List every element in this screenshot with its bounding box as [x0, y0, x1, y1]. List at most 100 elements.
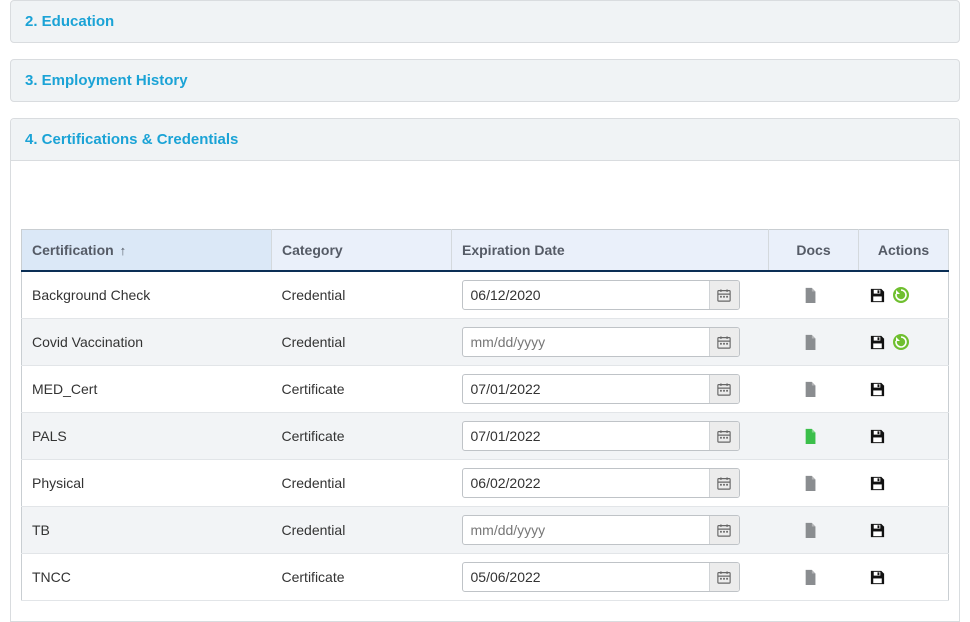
col-actions-label: Actions [878, 242, 929, 258]
table-row: MED_CertCertificate [22, 366, 949, 413]
col-certification[interactable]: Certification ↑ [22, 230, 272, 272]
calendar-button[interactable] [709, 516, 739, 544]
col-certification-label: Certification [32, 242, 114, 258]
cell-docs [769, 271, 859, 319]
date-input-wrap [462, 515, 740, 545]
cell-actions [859, 366, 949, 413]
accordion-head-education[interactable]: 2. Education [11, 1, 959, 42]
table-header-row: Certification ↑ Category Expiration Date… [22, 230, 949, 272]
accordion-title-certs: 4. Certifications & Credentials [25, 131, 238, 148]
save-button[interactable] [869, 522, 886, 539]
sort-asc-icon: ↑ [120, 243, 127, 258]
calendar-icon [717, 382, 731, 396]
cell-expiration [452, 271, 769, 319]
date-input-wrap [462, 562, 740, 592]
refresh-button[interactable] [892, 286, 910, 304]
calendar-icon [717, 523, 731, 537]
table-row: Covid VaccinationCredential [22, 319, 949, 366]
cell-certification: TNCC [22, 554, 272, 601]
expiration-date-input[interactable] [463, 569, 709, 585]
col-category[interactable]: Category [272, 230, 452, 272]
cell-category: Credential [272, 507, 452, 554]
save-button[interactable] [869, 475, 886, 492]
expiration-date-input[interactable] [463, 334, 709, 350]
expiration-date-input[interactable] [463, 287, 709, 303]
cell-actions [859, 507, 949, 554]
save-button[interactable] [869, 334, 886, 351]
cell-certification: Background Check [22, 271, 272, 319]
table-row: PhysicalCredential [22, 460, 949, 507]
accordion-title-employment: 3. Employment History [25, 72, 188, 89]
document-icon[interactable] [803, 568, 819, 586]
col-expiration[interactable]: Expiration Date [452, 230, 769, 272]
date-input-wrap [462, 280, 740, 310]
col-expiration-label: Expiration Date [462, 242, 565, 258]
cell-certification: PALS [22, 413, 272, 460]
calendar-icon [717, 476, 731, 490]
cell-certification: Covid Vaccination [22, 319, 272, 366]
document-icon[interactable] [803, 427, 819, 445]
save-button[interactable] [869, 569, 886, 586]
expiration-date-input[interactable] [463, 381, 709, 397]
col-actions[interactable]: Actions [859, 230, 949, 272]
refresh-button[interactable] [892, 333, 910, 351]
date-input-wrap [462, 468, 740, 498]
cell-expiration [452, 507, 769, 554]
cell-category: Certificate [272, 554, 452, 601]
calendar-icon [717, 570, 731, 584]
expiration-date-input[interactable] [463, 428, 709, 444]
calendar-button[interactable] [709, 375, 739, 403]
accordion-education[interactable]: 2. Education [10, 0, 960, 43]
date-input-wrap [462, 421, 740, 451]
table-row: Background CheckCredential [22, 271, 949, 319]
accordion-employment[interactable]: 3. Employment History [10, 59, 960, 102]
calendar-button[interactable] [709, 563, 739, 591]
cell-docs [769, 507, 859, 554]
table-row: TBCredential [22, 507, 949, 554]
accordion-title-education: 2. Education [25, 13, 114, 30]
calendar-icon [717, 335, 731, 349]
certs-table: Certification ↑ Category Expiration Date… [21, 229, 949, 601]
document-icon[interactable] [803, 521, 819, 539]
cell-expiration [452, 554, 769, 601]
accordion-certs: 4. Certifications & Credentials Certific… [10, 118, 960, 622]
cell-category: Certificate [272, 366, 452, 413]
cell-docs [769, 413, 859, 460]
accordion-head-certs[interactable]: 4. Certifications & Credentials [11, 119, 959, 161]
calendar-button[interactable] [709, 469, 739, 497]
cell-certification: TB [22, 507, 272, 554]
save-button[interactable] [869, 287, 886, 304]
col-docs[interactable]: Docs [769, 230, 859, 272]
calendar-icon [717, 429, 731, 443]
expiration-date-input[interactable] [463, 522, 709, 538]
document-icon[interactable] [803, 474, 819, 492]
document-icon[interactable] [803, 286, 819, 304]
table-row: PALSCertificate [22, 413, 949, 460]
cell-certification: MED_Cert [22, 366, 272, 413]
cell-actions [859, 319, 949, 366]
save-button[interactable] [869, 381, 886, 398]
cell-expiration [452, 413, 769, 460]
cell-expiration [452, 319, 769, 366]
certs-content: Certification ↑ Category Expiration Date… [11, 161, 959, 621]
table-row: TNCCCertificate [22, 554, 949, 601]
cell-category: Credential [272, 460, 452, 507]
cell-actions [859, 554, 949, 601]
calendar-button[interactable] [709, 328, 739, 356]
accordion-head-employment[interactable]: 3. Employment History [11, 60, 959, 101]
cell-actions [859, 271, 949, 319]
calendar-button[interactable] [709, 281, 739, 309]
save-button[interactable] [869, 428, 886, 445]
cell-category: Credential [272, 271, 452, 319]
date-input-wrap [462, 327, 740, 357]
cell-docs [769, 366, 859, 413]
cell-expiration [452, 366, 769, 413]
document-icon[interactable] [803, 380, 819, 398]
document-icon[interactable] [803, 333, 819, 351]
cell-actions [859, 413, 949, 460]
cell-certification: Physical [22, 460, 272, 507]
expiration-date-input[interactable] [463, 475, 709, 491]
cell-docs [769, 554, 859, 601]
calendar-button[interactable] [709, 422, 739, 450]
calendar-icon [717, 288, 731, 302]
